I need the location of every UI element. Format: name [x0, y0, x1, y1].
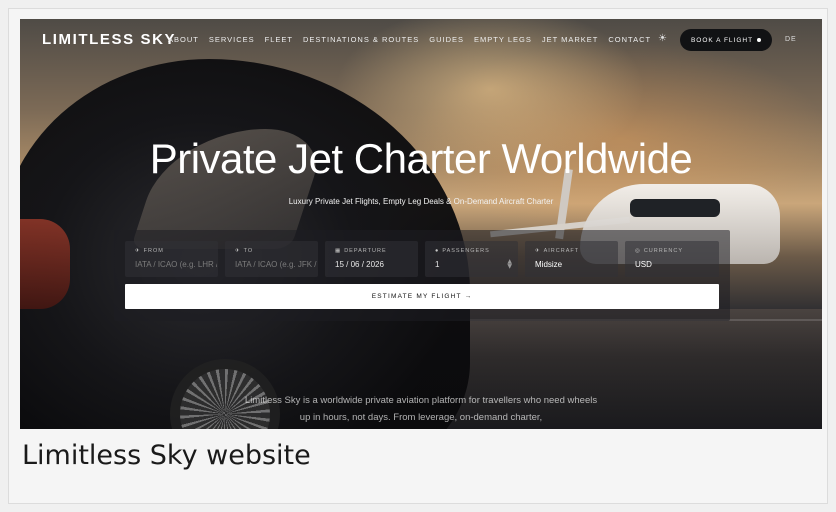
nav-links: ABOUT SERVICES FLEET DESTINATIONS & ROUT… [168, 35, 651, 44]
website-screenshot: LIMITLESS SKY ABOUT SERVICES FLEET DESTI… [20, 19, 822, 429]
hero-title: Private Jet Charter Worldwide [149, 135, 693, 182]
estimate-my-flight-button[interactable]: ESTIMATE MY FLIGHT → [125, 284, 719, 309]
to-input[interactable]: IATA / ICAO (e.g. JFK / KJFK) [235, 260, 317, 269]
from-label-text: FROM [143, 248, 164, 254]
passengers-label: ● PASSENGERS [435, 248, 490, 254]
nav-link-fleet[interactable]: FLEET [265, 35, 293, 44]
aircraft-label: ✈ AIRCRAFT [535, 248, 579, 254]
nav-link-destinations[interactable]: DESTINATIONS & ROUTES [303, 35, 419, 44]
book-a-flight-button[interactable]: BOOK A FLIGHT [680, 29, 772, 51]
plane-takeoff-icon: ✈ [135, 248, 141, 254]
nav-link-guides[interactable]: GUIDES [429, 35, 464, 44]
from-field[interactable]: ✈FROM IATA / ICAO (e.g. LHR / EGLL) [125, 241, 218, 277]
nav-link-about[interactable]: ABOUT [168, 35, 199, 44]
aircraft-field[interactable]: ✈ AIRCRAFT Midsize [525, 241, 618, 277]
calendar-icon: ▦ [335, 248, 342, 254]
book-button-label: BOOK A FLIGHT [690, 36, 754, 44]
passengers-input[interactable]: 1 [435, 260, 517, 269]
nav-link-empty-legs[interactable]: EMPTY LEGS [474, 35, 532, 44]
user-icon: ● [435, 248, 440, 254]
plane-landing-icon: ✈ [235, 248, 241, 254]
currency-label: ◎ CURRENCY [635, 248, 683, 254]
departure-field[interactable]: ▦ DEPARTURE 15 / 06 / 2026 [325, 241, 418, 277]
currency-select[interactable]: USD [635, 260, 717, 269]
nav-link-jet-market[interactable]: JET MARKET [542, 35, 599, 44]
aircraft-select[interactable]: Midsize [535, 260, 617, 269]
plane-icon: ✈ [535, 248, 541, 254]
currency-icon: ◎ [635, 248, 641, 254]
passengers-label-text: PASSENGERS [442, 248, 490, 254]
sun-icon[interactable]: ☀ [658, 33, 670, 45]
nav-link-contact[interactable]: CONTACT [608, 35, 651, 44]
language-switcher[interactable]: DE [785, 36, 797, 43]
aircraft-label-text: AIRCRAFT [543, 248, 580, 254]
passengers-stepper-icon[interactable]: ▲ ▼ [507, 259, 512, 270]
flight-estimate-form: ✈FROM IATA / ICAO (e.g. LHR / EGLL) ✈TO … [114, 230, 730, 321]
about-paragraph: Limitless Sky is a worldwide private avi… [244, 395, 598, 423]
departure-date-input[interactable]: 15 / 06 / 2026 [335, 260, 417, 269]
top-navigation: LIMITLESS SKY ABOUT SERVICES FLEET DESTI… [20, 19, 822, 61]
screenshot-caption: Limitless Sky website [22, 440, 311, 471]
to-field[interactable]: ✈TO IATA / ICAO (e.g. JFK / KJFK) [225, 241, 318, 277]
to-label-text: TO [243, 248, 254, 254]
from-input[interactable]: IATA / ICAO (e.g. LHR / EGLL) [135, 260, 217, 269]
site-logo[interactable]: LIMITLESS SKY [42, 31, 176, 48]
to-label: ✈ TO [235, 248, 253, 254]
car-taillight [20, 219, 70, 309]
dot-icon [757, 38, 762, 42]
currency-field[interactable]: ◎ CURRENCY USD [625, 241, 719, 277]
nav-link-services[interactable]: SERVICES [209, 35, 255, 44]
hero-subtitle: Luxury Private Jet Flights, Empty Leg De… [288, 197, 554, 206]
departure-label: ▦ DEPARTURE [335, 248, 387, 254]
departure-label-text: DEPARTURE [344, 248, 387, 254]
currency-label-text: CURRENCY [643, 248, 683, 254]
from-label: ✈ FROM [135, 248, 164, 254]
passengers-field[interactable]: ● PASSENGERS 1 ▲ ▼ [425, 241, 518, 277]
